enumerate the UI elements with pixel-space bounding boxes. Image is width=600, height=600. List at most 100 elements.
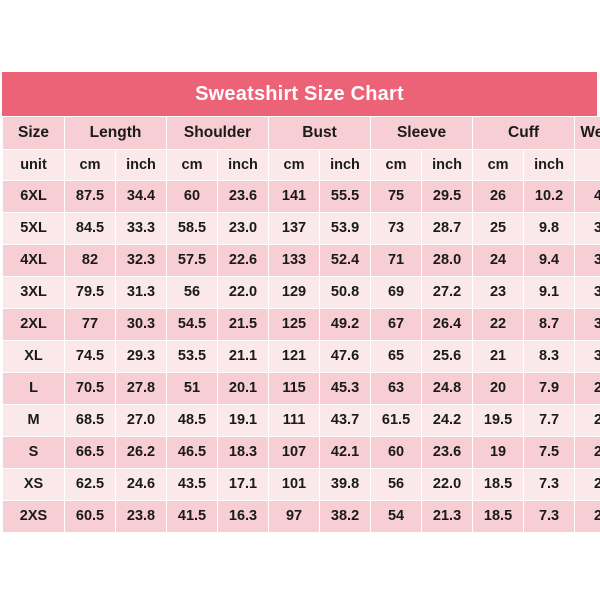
cell-length-cm: 84.5 — [64, 212, 116, 245]
cell-cuff-in: 7.5 — [523, 436, 576, 469]
cell-cuff-cm: 22 — [472, 308, 525, 341]
header-weight: Weight — [574, 116, 600, 150]
unit-sleeve-cm: cm — [370, 149, 423, 181]
table-row: 2XS60.523.841.516.39738.25421.318.57.322… — [2, 500, 600, 533]
cell-weight-g: 227 — [574, 500, 600, 533]
cell-shoulder-cm: 58.5 — [166, 212, 218, 245]
cell-bust-cm: 107 — [268, 436, 321, 469]
cell-length-cm: 68.5 — [64, 404, 116, 437]
cell-length-in: 33.3 — [115, 212, 167, 245]
cell-shoulder-cm: 41.5 — [166, 500, 218, 533]
cell-weight-g: 367 — [574, 244, 600, 277]
table-row: 5XL84.533.358.523.013753.97328.7259.8385 — [2, 212, 600, 245]
cell-length-in: 26.2 — [115, 436, 167, 469]
cell-bust-cm: 121 — [268, 340, 321, 373]
cell-length-in: 34.4 — [115, 180, 167, 213]
cell-sleeve-cm: 71 — [370, 244, 423, 277]
table-row: 4XL8232.357.522.613352.47128.0249.4367 — [2, 244, 600, 277]
cell-length-cm: 66.5 — [64, 436, 116, 469]
cell-cuff-in: 9.8 — [523, 212, 576, 245]
table-row: 3XL79.531.35622.012950.86927.2239.1350 — [2, 276, 600, 309]
cell-cuff-cm: 19.5 — [472, 404, 525, 437]
cell-length-cm: 82 — [64, 244, 116, 277]
cell-length-in: 29.3 — [115, 340, 167, 373]
cell-shoulder-cm: 53.5 — [166, 340, 218, 373]
cell-bust-in: 43.7 — [319, 404, 372, 437]
unit-length-cm: cm — [64, 149, 116, 181]
cell-bust-cm: 137 — [268, 212, 321, 245]
size-chart: Sweatshirt Size Chart Size Length Should… — [2, 72, 600, 533]
cell-sleeve-cm: 73 — [370, 212, 423, 245]
table-head: Size Length Shoulder Bust Sleeve Cuff We… — [2, 116, 600, 181]
unit-shoulder-inch: inch — [216, 149, 270, 181]
cell-sleeve-in: 24.8 — [421, 372, 474, 405]
cell-weight-g: 314 — [574, 340, 600, 373]
cell-cuff-cm: 19 — [472, 436, 525, 469]
cell-shoulder-cm: 46.5 — [166, 436, 218, 469]
table-body: 6XL87.534.46023.614155.57529.52610.24055… — [2, 180, 600, 533]
cell-cuff-cm: 20 — [472, 372, 525, 405]
unit-length-inch: inch — [115, 149, 167, 181]
cell-length-in: 27.0 — [115, 404, 167, 437]
cell-shoulder-in: 23.0 — [216, 212, 270, 245]
cell-sleeve-in: 28.0 — [421, 244, 474, 277]
cell-cuff-cm: 24 — [472, 244, 525, 277]
unit-header-row: unit cm inch cm inch cm inch cm inch cm … — [2, 149, 600, 181]
cell-cuff-cm: 21 — [472, 340, 525, 373]
cell-shoulder-in: 23.6 — [216, 180, 270, 213]
cell-sleeve-in: 27.2 — [421, 276, 474, 309]
cell-sleeve-cm: 54 — [370, 500, 423, 533]
cell-size: XS — [2, 468, 65, 501]
cell-bust-cm: 101 — [268, 468, 321, 501]
cell-shoulder-in: 18.3 — [216, 436, 270, 469]
header-length: Length — [64, 116, 167, 150]
cell-bust-in: 47.6 — [319, 340, 372, 373]
cell-weight-g: 329 — [574, 308, 600, 341]
cell-shoulder-in: 21.5 — [216, 308, 270, 341]
group-header-row: Size Length Shoulder Bust Sleeve Cuff We… — [2, 116, 600, 150]
cell-weight-g: 262 — [574, 436, 600, 469]
cell-cuff-cm: 18.5 — [472, 500, 525, 533]
cell-length-in: 27.8 — [115, 372, 167, 405]
cell-cuff-in: 7.7 — [523, 404, 576, 437]
cell-length-in: 24.6 — [115, 468, 167, 501]
cell-bust-cm: 125 — [268, 308, 321, 341]
table-row: 6XL87.534.46023.614155.57529.52610.2405 — [2, 180, 600, 213]
table-row: 2XL7730.354.521.512549.26726.4228.7329 — [2, 308, 600, 341]
table-row: S66.526.246.518.310742.16023.6197.5262 — [2, 436, 600, 469]
cell-length-cm: 79.5 — [64, 276, 116, 309]
cell-shoulder-cm: 54.5 — [166, 308, 218, 341]
chart-title: Sweatshirt Size Chart — [2, 72, 597, 116]
cell-bust-in: 49.2 — [319, 308, 372, 341]
cell-cuff-in: 7.3 — [523, 500, 576, 533]
cell-size: XL — [2, 340, 65, 373]
cell-weight-g: 405 — [574, 180, 600, 213]
cell-length-cm: 77 — [64, 308, 116, 341]
cell-weight-g: 277 — [574, 404, 600, 437]
cell-sleeve-in: 29.5 — [421, 180, 474, 213]
cell-sleeve-cm: 56 — [370, 468, 423, 501]
cell-bust-in: 38.2 — [319, 500, 372, 533]
cell-cuff-in: 7.9 — [523, 372, 576, 405]
cell-shoulder-cm: 60 — [166, 180, 218, 213]
unit-bust-cm: cm — [268, 149, 321, 181]
header-cuff: Cuff — [472, 116, 576, 150]
header-bust: Bust — [268, 116, 372, 150]
cell-shoulder-in: 22.6 — [216, 244, 270, 277]
unit-bust-inch: inch — [319, 149, 372, 181]
cell-weight-g: 385 — [574, 212, 600, 245]
cell-size: 3XL — [2, 276, 65, 309]
cell-length-in: 30.3 — [115, 308, 167, 341]
cell-shoulder-cm: 51 — [166, 372, 218, 405]
cell-weight-g: 238 — [574, 468, 600, 501]
cell-cuff-in: 10.2 — [523, 180, 576, 213]
cell-size: S — [2, 436, 65, 469]
cell-length-cm: 70.5 — [64, 372, 116, 405]
size-chart-table: Size Length Shoulder Bust Sleeve Cuff We… — [2, 116, 600, 533]
cell-sleeve-cm: 75 — [370, 180, 423, 213]
cell-sleeve-in: 28.7 — [421, 212, 474, 245]
cell-cuff-cm: 18.5 — [472, 468, 525, 501]
table-row: XL74.529.353.521.112147.66525.6218.3314 — [2, 340, 600, 373]
cell-cuff-in: 8.7 — [523, 308, 576, 341]
cell-shoulder-cm: 48.5 — [166, 404, 218, 437]
